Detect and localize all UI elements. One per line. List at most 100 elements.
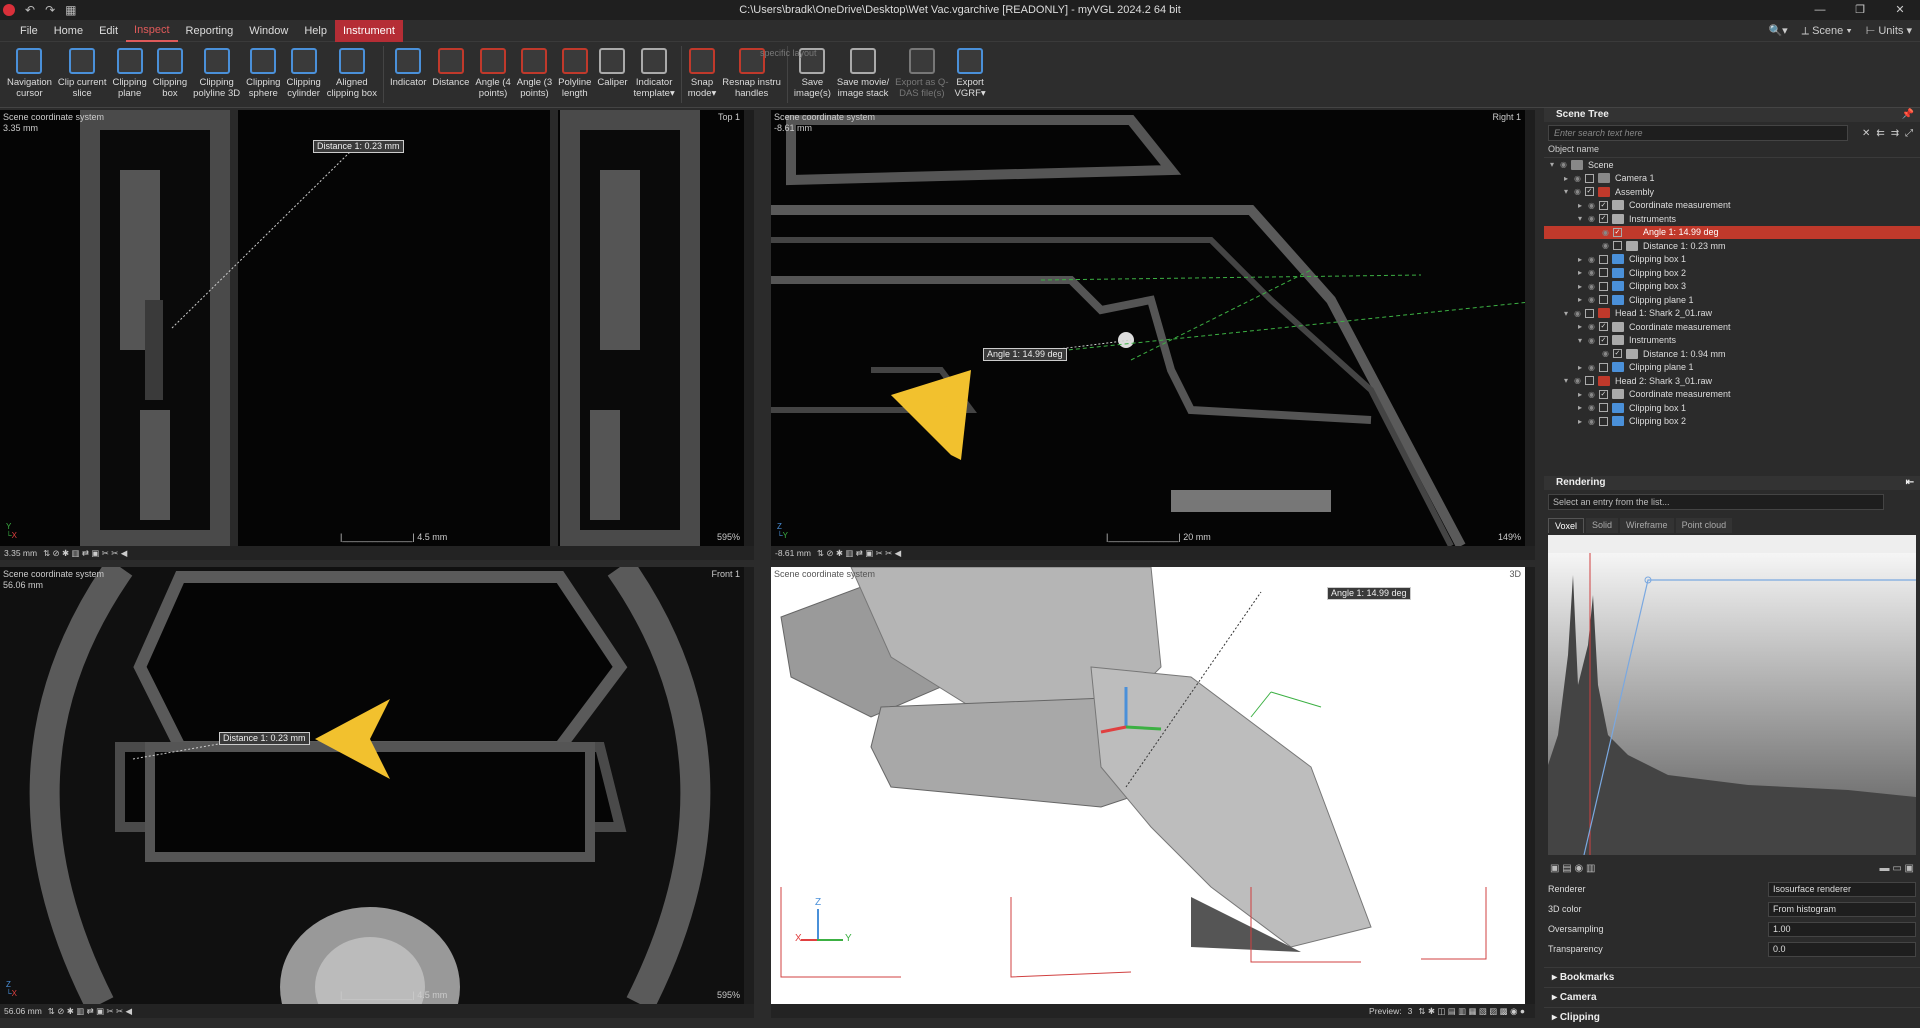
distance-label[interactable]: Distance 1: 0.23 mm — [313, 140, 404, 153]
ribbon-button-11[interactable]: Angle (3 points) — [514, 42, 555, 107]
visibility-icon[interactable]: ◉ — [1602, 228, 1609, 237]
property-value[interactable]: 1.00 — [1768, 921, 1916, 937]
property-value[interactable]: From histogram — [1768, 901, 1916, 917]
expand-icon[interactable]: ▸ — [1578, 322, 1588, 331]
tab-point-cloud[interactable]: Point cloud — [1675, 518, 1733, 533]
view-tools-icon[interactable]: ⇅ ⊘ ✱ ▥ ⇄ ▣ ✂ ✂ ◀ — [48, 1006, 132, 1017]
visibility-icon[interactable]: ◉ — [1574, 309, 1581, 318]
ribbon-button-8[interactable]: Indicator — [387, 42, 429, 107]
tree-item[interactable]: ◉ ✓ Distance 1: 0.94 mm — [1544, 347, 1920, 361]
slice-position-field[interactable]: -8.61 mm — [775, 548, 811, 558]
menu-window[interactable]: Window — [241, 20, 296, 42]
expand-icon[interactable]: ▸ — [1578, 282, 1588, 291]
pin-icon[interactable]: 📌 — [1902, 108, 1914, 122]
tree-checkbox[interactable]: ✓ — [1612, 227, 1622, 237]
tree-item[interactable]: ▾ ◉ Head 2: Shark 3_01.raw — [1544, 374, 1920, 388]
expand-icon[interactable]: ▾ — [1564, 309, 1574, 318]
tree-checkbox[interactable] — [1598, 403, 1608, 413]
tree-checkbox[interactable] — [1598, 362, 1608, 372]
angle-label[interactable]: Angle 1: 14.99 deg — [983, 348, 1067, 361]
tree-checkbox[interactable] — [1598, 416, 1608, 426]
ribbon-button-6[interactable]: Clipping cylinder — [283, 42, 323, 107]
viewport-top[interactable]: Scene coordinate system 3.35 mm Top 1 Dis… — [0, 110, 754, 546]
viewport-scrollbar[interactable] — [744, 110, 754, 546]
ribbon-button-2[interactable]: Clipping plane — [109, 42, 149, 107]
ribbon-button-7[interactable]: Aligned clipping box — [324, 42, 380, 107]
units-dropdown[interactable]: ⊢ Units ▾ — [1866, 20, 1912, 42]
visibility-icon[interactable]: ◉ — [1588, 255, 1595, 264]
preview-value-field[interactable]: 3 — [1408, 1006, 1413, 1016]
visibility-icon[interactable]: ◉ — [1574, 174, 1581, 183]
visibility-icon[interactable]: ◉ — [1588, 282, 1595, 291]
ribbon-button-19[interactable]: Export as Q- DAS file(s) — [892, 42, 951, 107]
minimize-button[interactable]: — — [1800, 0, 1840, 20]
visibility-icon[interactable]: ◉ — [1602, 349, 1609, 358]
undo-icon[interactable]: ↶ — [25, 3, 35, 17]
section-bookmarks[interactable]: ▸ Bookmarks — [1544, 967, 1920, 987]
ribbon-button-13[interactable]: Caliper — [594, 42, 630, 107]
tree-item[interactable]: ▸ ◉ Clipping box 2 — [1544, 266, 1920, 280]
slice-position-field[interactable]: 56.06 mm — [4, 1006, 42, 1016]
tree-checkbox[interactable] — [1598, 268, 1608, 278]
view-tools-icon[interactable]: ⇅ ⊘ ✱ ▥ ⇄ ▣ ✂ ✂ ◀ — [43, 548, 127, 559]
expand-icon[interactable]: ▾ — [1578, 214, 1588, 223]
tree-checkbox[interactable]: ✓ — [1598, 214, 1608, 224]
tree-item[interactable]: ▾ ◉ ✓ Instruments — [1544, 212, 1920, 226]
menu-inspect[interactable]: Inspect — [126, 20, 178, 42]
tree-item[interactable]: ▸ ◉ ✓ Coordinate measurement — [1544, 320, 1920, 334]
menu-edit[interactable]: Edit — [91, 20, 126, 42]
viewport-right[interactable]: Scene coordinate system -8.61 mm Right 1 … — [771, 110, 1535, 546]
ribbon-button-20[interactable]: Export VGRF▾ — [951, 42, 988, 107]
viewport-front[interactable]: Scene coordinate system 56.06 mm Front 1 … — [0, 567, 754, 1004]
ribbon-button-1[interactable]: Clip current slice — [55, 42, 110, 107]
expand-icon[interactable]: ▸ — [1578, 268, 1588, 277]
tree-item[interactable]: ▸ ◉ Clipping plane 1 — [1544, 293, 1920, 307]
visibility-icon[interactable]: ◉ — [1574, 376, 1581, 385]
tree-item[interactable]: ▸ ◉ Clipping box 3 — [1544, 280, 1920, 294]
view-tools-icon[interactable]: ⇅ ⊘ ✱ ▥ ⇄ ▣ ✂ ✂ ◀ — [817, 548, 901, 559]
viewport-scrollbar[interactable] — [1525, 567, 1535, 1004]
tree-checkbox[interactable]: ✓ — [1584, 187, 1594, 197]
property-value[interactable]: Isosurface renderer — [1768, 881, 1916, 897]
expand-icon[interactable]: ▸ — [1578, 403, 1588, 412]
menu-help[interactable]: Help — [296, 20, 335, 42]
ribbon-button-10[interactable]: Angle (4 points) — [472, 42, 513, 107]
ribbon-button-5[interactable]: Clipping sphere — [243, 42, 283, 107]
search-icon[interactable]: 🔍▾ — [1768, 20, 1787, 42]
tree-item[interactable]: ▸ ◉ Camera 1 — [1544, 172, 1920, 186]
visibility-icon[interactable]: ◉ — [1588, 322, 1595, 331]
visibility-icon[interactable]: ◉ — [1602, 241, 1609, 250]
expand-icon[interactable]: ▾ — [1578, 336, 1588, 345]
tree-tools-icon[interactable]: ✕⇇⇉⤢ — [1862, 128, 1919, 139]
tree-checkbox[interactable] — [1584, 376, 1594, 386]
tree-checkbox[interactable] — [1598, 254, 1608, 264]
expand-icon[interactable]: ▸ — [1578, 417, 1588, 426]
viewport-3d[interactable]: Scene coordinate system 3D Angle 1: 14.9… — [771, 567, 1535, 1004]
ribbon-button-3[interactable]: Clipping box — [150, 42, 190, 107]
expand-icon[interactable]: ▸ — [1578, 363, 1588, 372]
tree-item[interactable]: ▸ ◉ Clipping plane 1 — [1544, 361, 1920, 375]
tree-checkbox[interactable] — [1584, 308, 1594, 318]
expand-icon[interactable]: ▸ — [1564, 174, 1574, 183]
tree-checkbox[interactable] — [1598, 281, 1608, 291]
tree-item[interactable]: ▾ ◉ ✓ Instruments — [1544, 334, 1920, 348]
tree-item[interactable]: ▸ ◉ Clipping box 2 — [1544, 415, 1920, 429]
viewport-scrollbar[interactable] — [1525, 110, 1535, 546]
tree-item[interactable]: ▾ ◉ ✓ Assembly — [1544, 185, 1920, 199]
maximize-button[interactable]: ❐ — [1840, 0, 1880, 20]
expand-icon[interactable]: ▸ — [1578, 295, 1588, 304]
menu-file[interactable]: File — [12, 20, 46, 42]
visibility-icon[interactable]: ◉ — [1560, 160, 1567, 169]
visibility-icon[interactable]: ◉ — [1588, 390, 1595, 399]
tree-checkbox[interactable]: ✓ — [1612, 349, 1622, 359]
tab-solid[interactable]: Solid — [1586, 518, 1619, 533]
visibility-icon[interactable]: ◉ — [1588, 295, 1595, 304]
ribbon-button-14[interactable]: Indicator template▾ — [631, 42, 678, 107]
menu-instrument[interactable]: Instrument — [334, 19, 403, 42]
angle-label[interactable]: Angle 1: 14.99 deg — [1327, 587, 1411, 600]
visibility-icon[interactable]: ◉ — [1588, 403, 1595, 412]
tree-item[interactable]: ▸ ◉ ✓ Coordinate measurement — [1544, 388, 1920, 402]
visibility-icon[interactable]: ◉ — [1574, 187, 1581, 196]
expand-icon[interactable]: ▸ — [1578, 255, 1588, 264]
tab-wireframe[interactable]: Wireframe — [1620, 518, 1674, 533]
